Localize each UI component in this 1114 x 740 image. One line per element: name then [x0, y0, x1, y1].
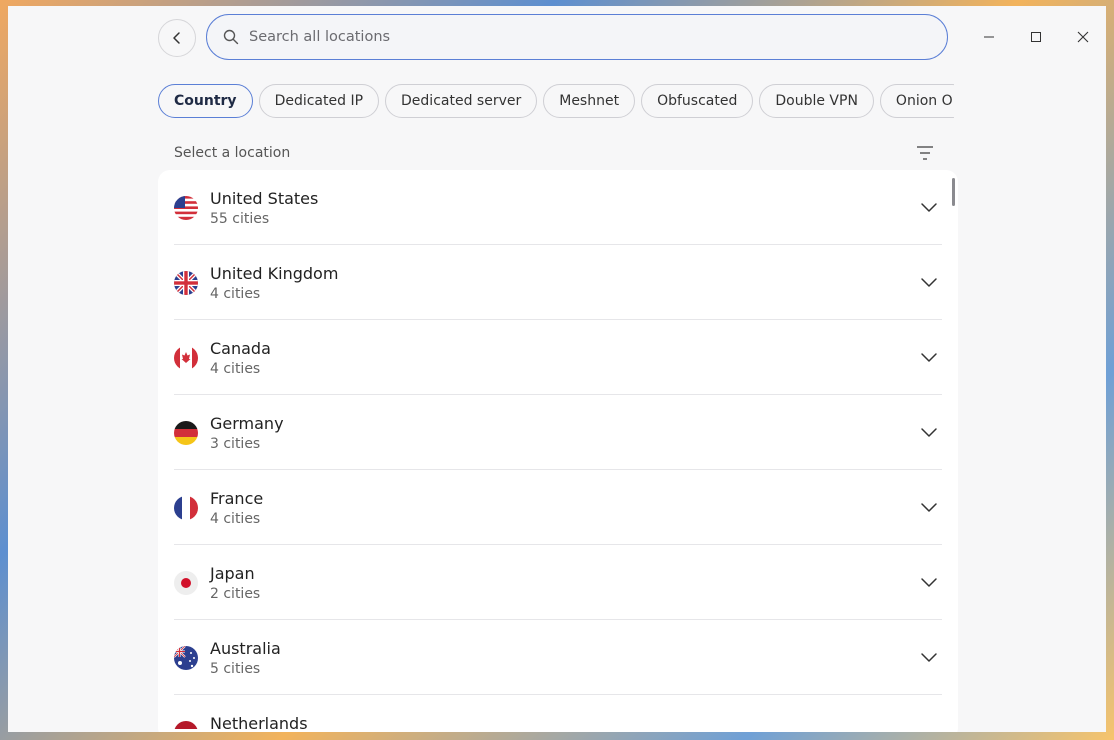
close-button[interactable]: [1068, 22, 1098, 52]
flag-us-icon: [174, 196, 198, 220]
filter-icon[interactable]: [914, 144, 936, 162]
chip-double-vpn[interactable]: Double VPN: [759, 84, 874, 118]
country-row-france[interactable]: France 4 cities: [174, 470, 942, 545]
city-count: 3 cities: [210, 436, 261, 452]
flag-uk-icon: [174, 271, 198, 295]
chevron-down-icon[interactable]: [920, 198, 938, 216]
country-name: Australia: [210, 639, 281, 658]
filter-chips: Country Dedicated IP Dedicated server Meshn…: [158, 84, 954, 120]
section-label: Select a location: [174, 145, 291, 161]
country-name: Canada: [210, 339, 271, 358]
chip-dedicated-server[interactable]: Dedicated server: [385, 84, 538, 118]
chip-onion[interactable]: Onion O: [879, 84, 954, 118]
chevron-down-icon[interactable]: [920, 273, 938, 291]
close-icon: [1077, 31, 1089, 43]
country-row-germany[interactable]: Germany 3 cities: [174, 395, 942, 470]
back-button[interactable]: [158, 19, 196, 57]
city-count: 4 cities: [210, 286, 261, 302]
search-box[interactable]: [206, 14, 948, 60]
country-name: Netherlands: [210, 714, 308, 732]
country-row-netherlands[interactable]: Netherlands: [174, 695, 942, 732]
country-list: United States 55 cities United Kingdom 4…: [158, 170, 958, 732]
flag-de-icon: [174, 421, 198, 445]
city-count: 2 cities: [210, 586, 261, 602]
flag-fr-icon: [174, 496, 198, 520]
maximize-button[interactable]: [1021, 22, 1051, 52]
chevron-left-icon: [173, 32, 180, 44]
chevron-down-icon[interactable]: [920, 648, 938, 666]
flag-au-icon: [174, 646, 198, 670]
chip-meshnet[interactable]: Meshnet: [543, 84, 636, 118]
search-input[interactable]: [247, 28, 891, 46]
city-count: 5 cities: [210, 661, 261, 677]
country-name: Germany: [210, 414, 284, 433]
country-row-japan[interactable]: Japan 2 cities: [174, 545, 942, 620]
chevron-down-icon[interactable]: [920, 498, 938, 516]
country-name: Japan: [210, 564, 255, 583]
country-name: United Kingdom: [210, 264, 339, 283]
country-name: United States: [210, 189, 319, 208]
chip-dedicated-ip[interactable]: Dedicated IP: [258, 84, 380, 118]
country-row-australia[interactable]: Australia 5 cities: [174, 620, 942, 695]
chevron-down-icon[interactable]: [920, 423, 938, 441]
app-window: CountryDedicated IPDedicated serverMeshn…: [8, 6, 1106, 732]
city-count: 4 cities: [210, 511, 261, 527]
city-count: 55 cities: [210, 211, 270, 227]
minimize-icon: [984, 36, 994, 38]
city-count: 4 cities: [210, 361, 261, 377]
chip-obfuscated[interactable]: Obfuscated: [641, 84, 754, 118]
search-icon: [223, 29, 239, 45]
country-name: France: [210, 489, 264, 508]
flag-ca-icon: [174, 346, 198, 370]
chevron-down-icon[interactable]: [920, 573, 938, 591]
scrollbar-thumb[interactable]: [952, 178, 955, 206]
country-row-united-states[interactable]: United States 55 cities: [174, 170, 942, 245]
chevron-down-icon[interactable]: [920, 348, 938, 366]
country-row-united-kingdom[interactable]: United Kingdom 4 cities: [174, 245, 942, 320]
chip-country[interactable]: Country: [158, 84, 253, 118]
country-row-canada[interactable]: Canada 4 cities: [174, 320, 942, 395]
flag-nl-icon: [174, 721, 198, 732]
flag-jp-icon: [174, 571, 198, 595]
minimize-button[interactable]: [974, 22, 1004, 52]
maximize-icon: [1031, 32, 1041, 42]
